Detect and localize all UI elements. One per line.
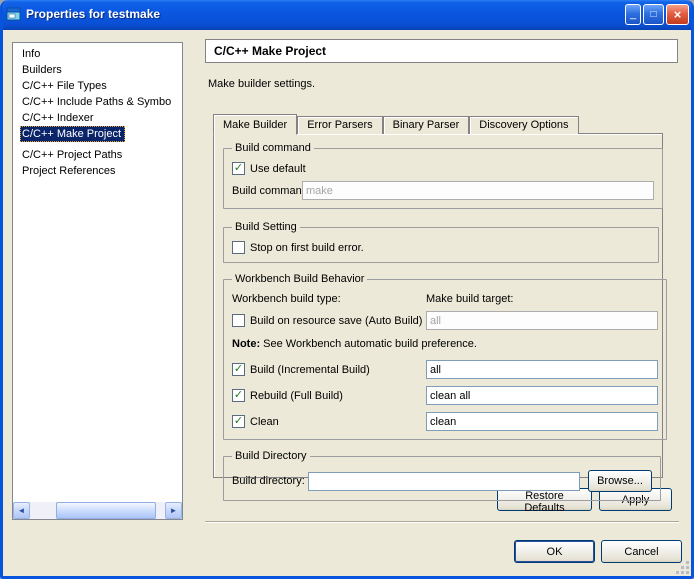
tab-error-parsers[interactable]: Error Parsers — [297, 116, 382, 134]
build-command-legend: Build command — [232, 142, 314, 154]
use-default-checkbox[interactable]: ✓ — [232, 162, 245, 175]
build-directory-group: Build Directory Build directory: Browse.… — [223, 450, 661, 501]
minimize-button[interactable]: _ — [625, 4, 641, 25]
build-command-group: Build command ✓ Use default Build comman… — [223, 142, 663, 209]
tree-item-include-paths[interactable]: C/C++ Include Paths & Symbo — [13, 94, 182, 110]
build-incremental-checkbox[interactable]: ✓ — [232, 363, 245, 376]
build-command-label: Build command: — [232, 185, 298, 197]
tree-item-project-paths[interactable]: C/C++ Project Paths — [13, 147, 182, 163]
scroll-right-icon[interactable]: ► — [165, 502, 182, 519]
resize-grip[interactable] — [677, 562, 690, 575]
workbench-legend: Workbench Build Behavior — [232, 273, 367, 285]
build-directory-input[interactable] — [308, 472, 580, 491]
auto-build-label: Build on resource save (Auto Build) — [250, 315, 422, 327]
make-builder-panel: Build command ✓ Use default Build comman… — [213, 133, 663, 478]
note-text: See Workbench automatic build preference… — [260, 338, 477, 350]
checkmark-icon: ✓ — [234, 416, 243, 427]
make-build-target-label: Make build target: — [426, 293, 513, 305]
workbench-group: Workbench Build Behavior Workbench build… — [223, 273, 667, 440]
clean-checkbox[interactable]: ✓ — [232, 415, 245, 428]
stop-on-error-label: Stop on first build error. — [250, 242, 364, 254]
window-title: Properties for testmake — [26, 7, 625, 21]
page-title: C/C++ Make Project — [205, 39, 678, 63]
tab-binary-parser[interactable]: Binary Parser — [383, 116, 470, 134]
tree-item-builders[interactable]: Builders — [13, 62, 182, 78]
browse-button[interactable]: Browse... — [588, 470, 652, 492]
tab-bar: Make Builder Error Parsers Binary Parser… — [213, 113, 579, 134]
tree-item-make-project[interactable]: C/C++ Make Project — [20, 126, 125, 142]
build-setting-group: Build Setting Stop on first build error. — [223, 221, 659, 263]
tree-item-file-types[interactable]: C/C++ File Types — [13, 78, 182, 94]
workbench-note: Note: See Workbench automatic build pref… — [232, 338, 658, 350]
build-command-input — [302, 181, 654, 200]
build-incremental-target-input[interactable] — [426, 360, 658, 379]
rebuild-full-target-input[interactable] — [426, 386, 658, 405]
ok-button[interactable]: OK — [514, 540, 595, 563]
build-directory-legend: Build Directory — [232, 450, 310, 462]
tree-item-project-references[interactable]: Project References — [13, 163, 182, 179]
scroll-left-icon[interactable]: ◄ — [13, 502, 30, 519]
build-incremental-label: Build (Incremental Build) — [250, 364, 370, 376]
tree-item-info[interactable]: Info — [13, 46, 182, 62]
workbench-build-type-label: Workbench build type: — [232, 293, 341, 305]
maximize-button[interactable]: □ — [643, 4, 664, 25]
tree-item-indexer[interactable]: C/C++ Indexer — [13, 110, 182, 126]
tree-horizontal-scrollbar[interactable]: ◄ ► — [13, 502, 182, 519]
build-directory-label: Build directory: — [232, 475, 308, 487]
titlebar[interactable]: Properties for testmake _ □ × — [0, 0, 694, 30]
use-default-label: Use default — [250, 163, 306, 175]
checkmark-icon: ✓ — [234, 364, 243, 375]
cancel-button[interactable]: Cancel — [601, 540, 682, 563]
window-icon — [6, 6, 22, 22]
stop-on-error-checkbox[interactable] — [232, 241, 245, 254]
checkmark-icon: ✓ — [234, 163, 243, 174]
properties-tree: Info Builders C/C++ File Types C/C++ Inc… — [12, 42, 183, 520]
properties-dialog: Properties for testmake _ □ × Info Build… — [0, 0, 694, 579]
build-setting-legend: Build Setting — [232, 221, 300, 233]
titlebar-buttons: _ □ × — [625, 4, 689, 25]
close-button[interactable]: × — [666, 4, 689, 25]
auto-build-target-input — [426, 311, 658, 330]
auto-build-checkbox[interactable] — [232, 314, 245, 327]
clean-target-input[interactable] — [426, 412, 658, 431]
page-subtitle: Make builder settings. — [208, 78, 315, 90]
rebuild-full-checkbox[interactable]: ✓ — [232, 389, 245, 402]
bottom-separator — [205, 521, 679, 523]
checkmark-icon: ✓ — [234, 390, 243, 401]
clean-label: Clean — [250, 416, 279, 428]
scrollbar-thumb[interactable] — [56, 502, 156, 519]
scrollbar-track[interactable] — [30, 502, 165, 519]
note-label: Note: — [232, 338, 260, 350]
tab-make-builder[interactable]: Make Builder — [213, 114, 297, 135]
tab-discovery-options[interactable]: Discovery Options — [469, 116, 578, 134]
rebuild-full-label: Rebuild (Full Build) — [250, 390, 343, 402]
